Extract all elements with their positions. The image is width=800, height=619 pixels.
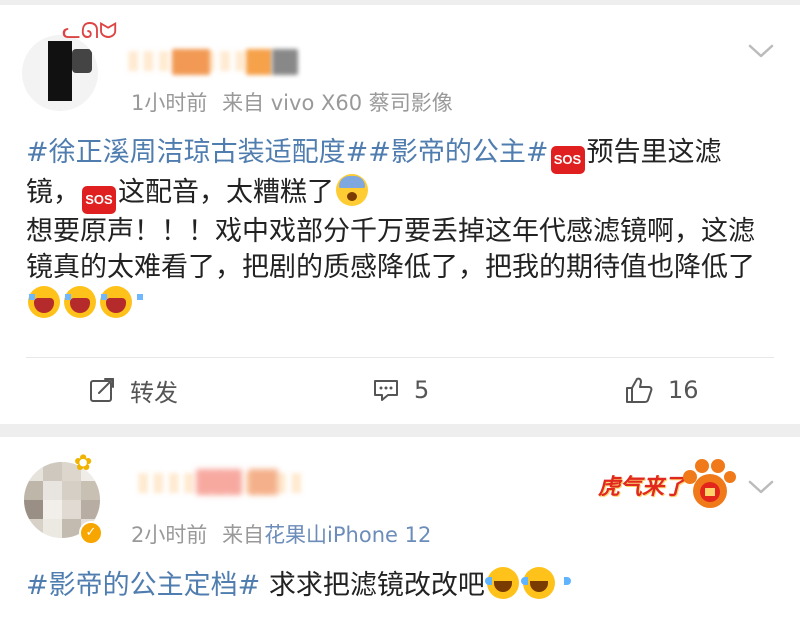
- like-count: 16: [668, 376, 699, 404]
- like-button[interactable]: 16: [624, 375, 699, 405]
- post-source: vivo X60 蔡司影像: [270, 91, 453, 115]
- username-mosaic-2: [248, 469, 278, 495]
- post-from: 来自: [222, 523, 265, 547]
- post-time: 2小时前: [131, 523, 208, 547]
- post-meta: 1小时前 来自 vivo X60 蔡司影像: [131, 87, 453, 117]
- laughing-crying-face-icon: [520, 567, 571, 599]
- hashtag-link[interactable]: #影帝的公主定档#: [26, 570, 260, 601]
- thumbs-up-icon: [626, 377, 653, 403]
- username-mosaic-1: [172, 49, 210, 75]
- crying-face-icon: [64, 286, 107, 318]
- post-from: 来自: [222, 91, 265, 115]
- avatar-paw-decoration-icon: ✿: [74, 451, 93, 476]
- anxious-face-icon: [336, 174, 368, 206]
- laughing-crying-face-icon: [484, 567, 535, 599]
- decoration-text: 虎气来了: [598, 474, 687, 500]
- card-decoration: 虎气来了: [598, 455, 738, 515]
- post-text-2: 这配音，太糟糕了: [118, 177, 334, 208]
- repost-icon: [90, 378, 114, 402]
- comment-count: 5: [414, 376, 430, 404]
- chevron-down-icon[interactable]: [748, 43, 774, 59]
- post-text-1: 求求把滤镜改改吧: [268, 570, 485, 601]
- avatar-redacted-block: [48, 41, 72, 101]
- comment-button[interactable]: 5: [372, 375, 429, 405]
- weibo-post-1: ᓚᘏᗢ ▮▮▮▮▮▮▮▮ 1小时前 来自 vivo X60 蔡司影像 #徐正溪周…: [0, 5, 800, 424]
- sos-icon: SOS: [82, 186, 116, 214]
- tiger-paw-icon: [683, 459, 736, 508]
- sos-icon: SOS: [550, 146, 585, 174]
- repost-button[interactable]: 转发: [88, 375, 178, 407]
- action-divider: [26, 357, 774, 358]
- crying-face-icon: [28, 286, 71, 318]
- crying-face-icon: [100, 286, 143, 318]
- avatar-cat-decoration-icon: ᓚᘏᗢ: [62, 19, 118, 44]
- post-content: #徐正溪周洁琼古装适配度##影帝的公主# SOS 预告里这滤镜， SOS 这配音，太糟糕…: [26, 135, 774, 323]
- username-mosaic-2: [246, 49, 272, 75]
- chevron-down-icon[interactable]: [748, 479, 774, 495]
- hashtag-link[interactable]: #徐正溪周洁琼古装适配度##影帝的公主#: [26, 137, 549, 168]
- post-time: 1小时前: [131, 91, 208, 115]
- comment-icon: [374, 380, 398, 401]
- weibo-post-2: ✿ ✓ ▮▮▮▮▮▮▮▮▮▮▮ 2小时前 来自花果山iPhone 12 虎气来了…: [0, 437, 800, 619]
- username-mosaic-3: [272, 49, 298, 75]
- verified-badge-icon: ✓: [79, 521, 103, 545]
- post-meta: 2小时前 来自花果山iPhone 12: [131, 519, 431, 549]
- repost-label: 转发: [130, 378, 178, 407]
- avatar-figure: [72, 49, 92, 73]
- user-avatar[interactable]: [22, 35, 98, 111]
- username-mosaic-1: [196, 469, 242, 495]
- post-content: #影帝的公主定档# 求求把滤镜改改吧: [26, 567, 774, 604]
- post-source: 花果山iPhone 12: [264, 523, 432, 547]
- post-text-3: 想要原声！！！戏中戏部分千万要丢掉这年代感滤镜啊，这滤镜真的太难看了，把剧的质感…: [26, 216, 755, 283]
